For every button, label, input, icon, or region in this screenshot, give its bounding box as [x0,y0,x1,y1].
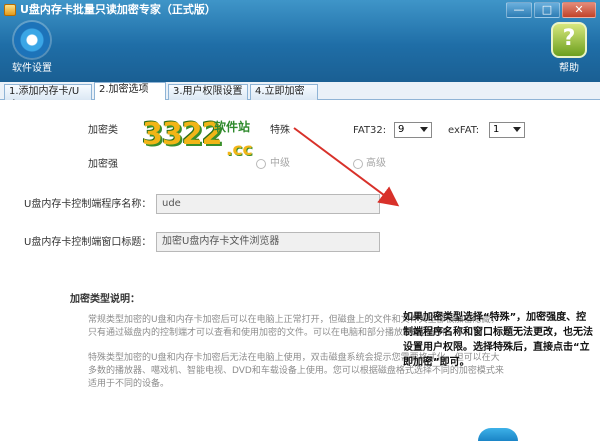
strength-high-radio[interactable] [353,159,363,169]
tab-user-permissions[interactable]: 3.用户权限设置 [168,84,248,100]
window-title-input[interactable]: 加密U盘内存卡文件浏览器 [156,232,380,252]
exfat-select[interactable]: 1 [489,122,525,138]
exfat-value: 1 [493,124,500,135]
watermark-number: 3322 [142,117,222,152]
help-label: 帮助 [559,63,579,74]
encrypt-strength-label: 加密强 [88,159,118,170]
gear-icon [14,22,50,58]
tab-encrypt-now[interactable]: 4.立即加密 [250,84,318,100]
strength-medium-label: 中级 [270,158,290,169]
logo-icon [478,428,518,441]
program-name-label: U盘内存卡控制端程序名称： [24,199,152,210]
encrypt-options-panel: 加密类 特殊 FAT32: 9 exFAT: 1 加密强 中级 高级 U盘内存卡… [0,100,600,441]
fat32-value: 9 [398,124,405,135]
annotation-callout: 如果加密类型选择“特殊”，加密强度、控制端程序名称和窗口标题无法更改，也无法设置… [403,312,593,368]
encrypt-type-label: 加密类 [88,125,118,136]
watermark-domain: .cc [226,140,253,160]
help-icon: ? [551,22,587,58]
fat32-select[interactable]: 9 [394,122,432,138]
tab-add-card[interactable]: 1.添加内存卡/U盘 [4,84,92,111]
chevron-down-icon [513,127,521,132]
program-name-input[interactable]: ude [156,194,380,214]
settings-label: 软件设置 [12,63,52,74]
exfat-label: exFAT: [448,125,480,136]
strength-high-label: 高级 [366,158,386,169]
app-header: U盘内存卡批量只读加密专家（正式版） — □ ✕ 软件设置 ? 帮助 [0,0,600,82]
encrypt-type-value[interactable]: 特殊 [270,124,290,138]
description-title: 加密类型说明： [70,294,140,305]
watermark-logo: 3322 软件站 .cc [142,118,260,168]
close-button[interactable]: ✕ [562,2,596,18]
window-controls: — □ ✕ [506,2,596,18]
chevron-down-icon [420,127,428,132]
app-icon [4,4,16,16]
minimize-button[interactable]: — [506,2,532,18]
watermark-chinese: 软件站 [214,120,251,134]
fat32-label: FAT32: [353,125,387,136]
settings-button[interactable]: 软件设置 [6,22,58,78]
window-title-label: U盘内存卡控制端窗口标题： [24,237,152,248]
help-button[interactable]: ? 帮助 [543,22,595,78]
tab-encrypt-options[interactable]: 2.加密选项 [94,82,166,101]
maximize-button[interactable]: □ [534,2,560,18]
tab-bar: 1.添加内存卡/U盘 2.加密选项 3.用户权限设置 4.立即加密 [0,82,600,111]
window-title: U盘内存卡批量只读加密专家（正式版） [20,3,216,16]
